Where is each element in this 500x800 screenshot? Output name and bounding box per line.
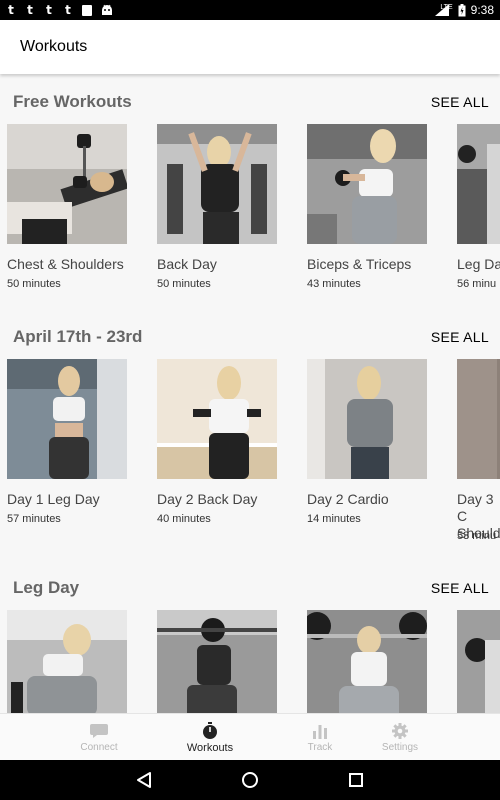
- app-bar: Workouts: [0, 20, 500, 74]
- sd-card-icon: [82, 4, 92, 16]
- workout-card[interactable]: Day 1 Leg Day 57 minutes: [7, 359, 127, 525]
- workout-card[interactable]: [457, 610, 500, 713]
- see-all-button[interactable]: SEE ALL: [431, 329, 489, 345]
- workout-thumbnail: [7, 359, 127, 479]
- system-navigation-bar: [0, 760, 500, 800]
- workout-duration: 14 minutes: [307, 513, 361, 525]
- home-circle-icon[interactable]: [238, 768, 262, 792]
- workout-duration: 50 minutes: [157, 278, 211, 290]
- nav-label: Connect: [80, 742, 118, 753]
- see-all-button[interactable]: SEE ALL: [431, 580, 489, 596]
- workout-card[interactable]: [157, 610, 277, 713]
- workout-title: Chest & Shoulders: [7, 256, 124, 272]
- gear-icon: [392, 722, 408, 740]
- bottom-navigation: Connect Workouts Track Settings: [0, 713, 500, 761]
- workout-thumbnail: [307, 359, 427, 479]
- workout-thumbnail: [457, 610, 500, 713]
- twitter-notification-icon: t: [27, 3, 33, 17]
- workout-duration: 56 minu: [457, 278, 497, 290]
- workout-duration: 40 minutes: [157, 513, 211, 525]
- section-header: Leg Day SEE ALL: [0, 574, 500, 604]
- workout-card[interactable]: Day 2 Cardio 14 minutes: [307, 359, 427, 525]
- recents-square-icon[interactable]: [344, 768, 368, 792]
- battery-icon: [458, 3, 466, 16]
- section-free-workouts: Free Workouts SEE ALL Chest & Shoulders …: [0, 88, 500, 318]
- section-title: Free Workouts: [13, 92, 132, 111]
- section-leg-day: Leg Day SEE ALL: [0, 574, 500, 713]
- section-april-week: April 17th - 23rd SEE ALL Day 1 Leg Day …: [0, 323, 500, 553]
- chat-bubble-icon: [90, 722, 108, 740]
- workout-card[interactable]: [7, 610, 127, 713]
- section-title: April 17th - 23rd: [13, 327, 143, 346]
- android-icon: [102, 4, 112, 15]
- see-all-button[interactable]: SEE ALL: [431, 94, 489, 110]
- workout-title: Day 1 Leg Day: [7, 491, 100, 507]
- section-header: April 17th - 23rd SEE ALL: [0, 323, 500, 353]
- workout-thumbnail: [157, 359, 277, 479]
- workout-title: Day 2 Cardio: [307, 491, 389, 507]
- workout-card[interactable]: Back Day 50 minutes: [157, 124, 277, 290]
- section-header: Free Workouts SEE ALL: [0, 88, 500, 118]
- workout-card[interactable]: Leg Da 56 minu: [457, 124, 500, 290]
- status-time: 9:38: [470, 3, 494, 17]
- section-title: Leg Day: [13, 578, 80, 597]
- twitter-notification-icon: t: [65, 3, 71, 17]
- nav-track[interactable]: Track: [295, 714, 345, 761]
- workout-thumbnail: [157, 610, 277, 713]
- workout-title: Leg Da: [457, 256, 500, 272]
- workout-duration: 53 minu: [457, 530, 497, 542]
- workout-thumbnail: [457, 359, 500, 479]
- workout-thumbnail: [307, 610, 427, 713]
- workout-thumbnail: [7, 124, 127, 244]
- twitter-notification-icon: t: [46, 3, 52, 17]
- nav-workouts[interactable]: Workouts: [178, 714, 242, 761]
- workout-card[interactable]: Day 2 Back Day 40 minutes: [157, 359, 277, 525]
- status-right: LTE 9:38: [435, 3, 494, 17]
- nav-label: Workouts: [186, 742, 234, 754]
- workout-title: Day 2 Back Day: [157, 491, 258, 507]
- workout-thumbnail: [7, 610, 127, 713]
- nav-connect[interactable]: Connect: [68, 714, 130, 761]
- workout-duration: 57 minutes: [7, 513, 61, 525]
- network-label: LTE: [440, 3, 453, 11]
- workout-thumbnail: [157, 124, 277, 244]
- notification-icons: t t t t: [6, 3, 113, 17]
- workout-duration: 43 minutes: [307, 278, 361, 290]
- workout-card[interactable]: Chest & Shoulders 50 minutes: [7, 124, 127, 290]
- workout-duration: 50 minutes: [7, 278, 61, 290]
- workout-card[interactable]: Biceps & Triceps 43 minutes: [307, 124, 427, 290]
- twitter-notification-icon: t: [8, 3, 14, 17]
- nav-settings[interactable]: Settings: [372, 714, 428, 761]
- workout-thumbnail: [307, 124, 427, 244]
- bar-chart-icon: [312, 722, 328, 740]
- page-title: Workouts: [20, 38, 88, 55]
- workout-title: Back Day: [157, 256, 217, 272]
- workouts-list[interactable]: Free Workouts SEE ALL Chest & Shoulders …: [0, 74, 500, 713]
- status-bar: t t t t LTE 9:38: [0, 0, 500, 20]
- stopwatch-icon: [202, 722, 218, 740]
- workout-card[interactable]: Day 3 C Should 53 minu: [457, 359, 500, 542]
- back-triangle-icon[interactable]: [132, 768, 156, 792]
- workout-title: Biceps & Triceps: [307, 256, 412, 272]
- nav-label: Track: [307, 742, 333, 753]
- nav-label: Settings: [381, 742, 419, 753]
- workout-card[interactable]: [307, 610, 427, 713]
- workout-thumbnail: [457, 124, 500, 244]
